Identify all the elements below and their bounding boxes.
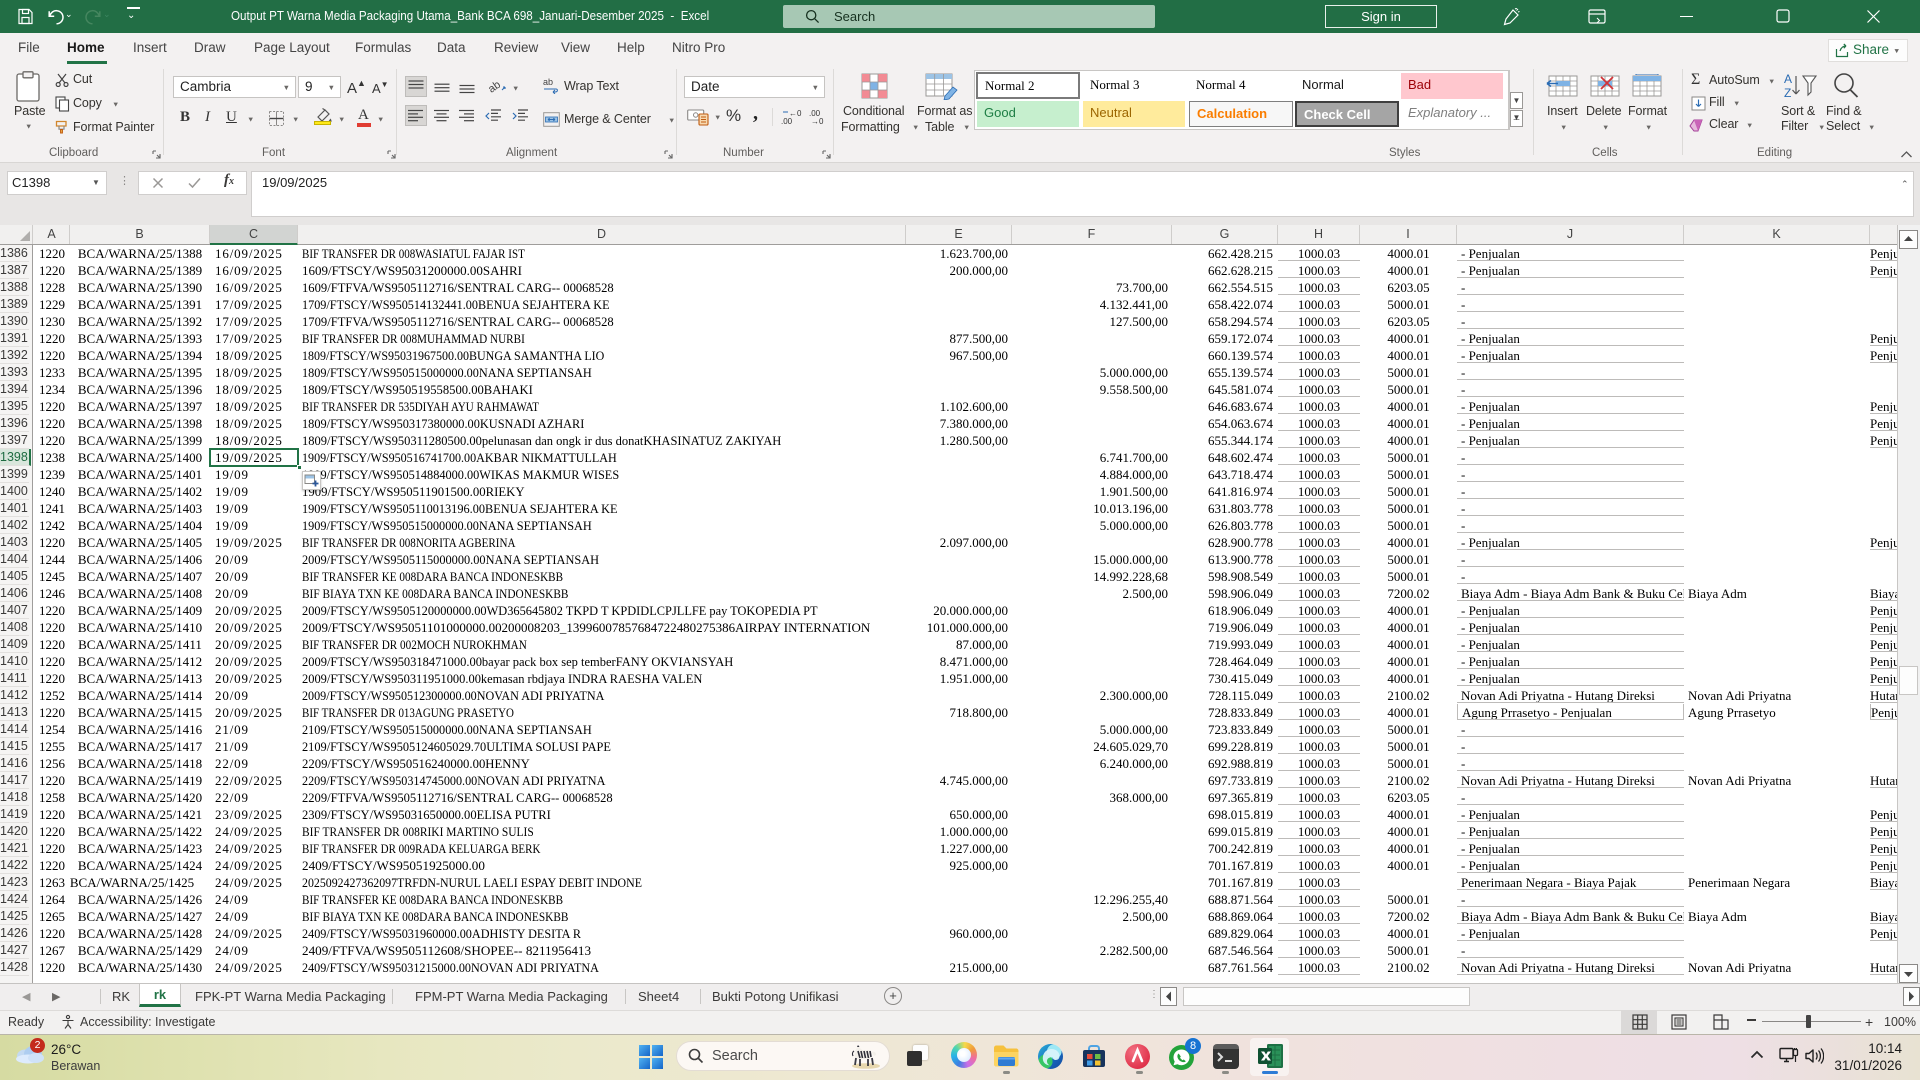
svg-text:Z: Z bbox=[1784, 86, 1791, 100]
svg-text:A: A bbox=[1784, 72, 1792, 86]
svg-text:ab: ab bbox=[543, 77, 553, 87]
svg-text:.00: .00 bbox=[781, 117, 793, 125]
svg-text:ab: ab bbox=[489, 79, 503, 96]
svg-text:→0: →0 bbox=[811, 117, 824, 125]
